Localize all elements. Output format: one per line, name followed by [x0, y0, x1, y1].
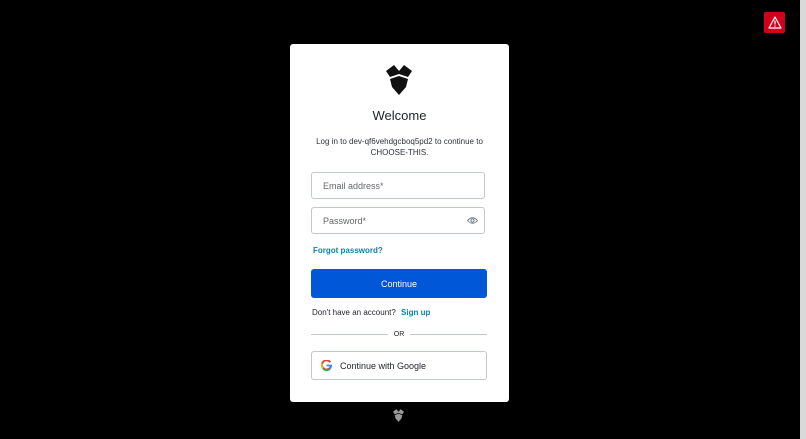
login-description: Log in to dev-qf6vehdgcboq5pd2 to contin… [316, 137, 483, 157]
email-field[interactable] [311, 172, 485, 199]
login-card: Welcome Log in to dev-qf6vehdgcboq5pd2 t… [290, 44, 509, 402]
signup-row: Don't have an account? Sign up [312, 308, 430, 317]
password-field[interactable] [311, 207, 485, 234]
scrollbar[interactable] [800, 0, 806, 439]
google-login-button[interactable]: Continue with Google [311, 351, 487, 380]
shield-logo-icon [386, 65, 412, 95]
google-login-label: Continue with Google [340, 360, 427, 371]
forgot-password-link[interactable]: Forgot password? [313, 246, 383, 255]
divider-text: OR [393, 331, 405, 338]
signup-link[interactable]: Sign up [401, 308, 430, 317]
password-input[interactable] [312, 208, 452, 233]
eye-icon[interactable] [467, 216, 478, 225]
email-input[interactable] [312, 173, 452, 198]
page-title: Welcome [372, 108, 427, 123]
signup-prompt: Don't have an account? [312, 308, 396, 317]
divider: OR [311, 330, 487, 339]
divider-line-left [311, 334, 388, 335]
footer-shield-logo-icon [393, 409, 404, 422]
alert-button[interactable] [764, 12, 785, 33]
warning-icon [767, 16, 782, 29]
divider-line-right [410, 334, 487, 335]
continue-button[interactable]: Continue [311, 269, 487, 298]
google-icon [321, 360, 332, 371]
